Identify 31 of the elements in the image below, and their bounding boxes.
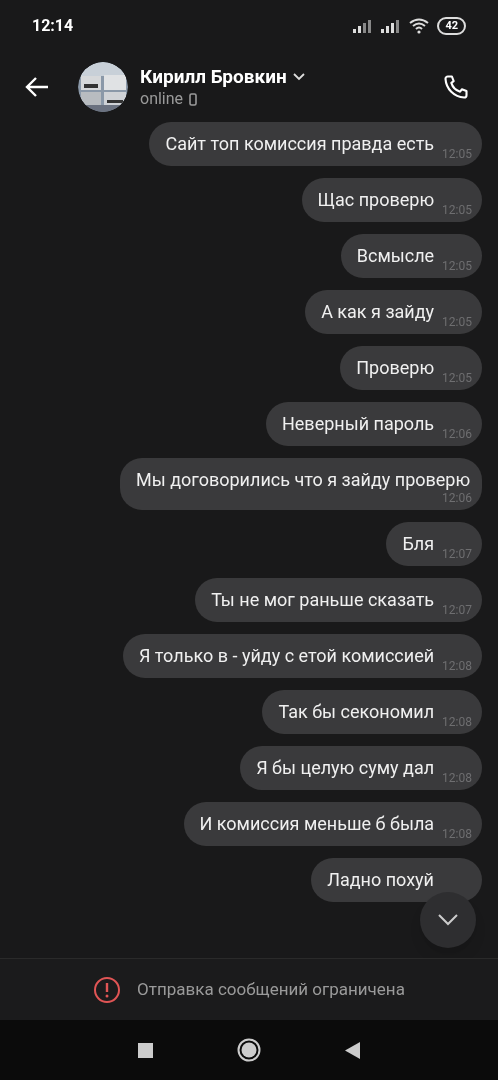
home-icon[interactable] [237,1038,261,1062]
message-text: Неверный пароль [281,412,435,436]
signal-icon [353,19,374,33]
back-icon[interactable] [345,1041,360,1059]
message-text: Проверю [356,356,435,380]
message-text: А как я зайду [321,300,435,324]
contact-name[interactable]: Кирилл Бровкин [140,65,287,89]
recents-icon[interactable] [138,1042,153,1058]
back-icon[interactable] [24,76,50,98]
phone-icon[interactable] [442,73,470,101]
message-text: Мы договорились что я зайду проверю [136,468,471,492]
message-text: Так бы секономил [278,700,435,724]
restriction-notice: Отправка сообщений ограничена [137,977,405,1001]
message-text: И комиссия меньше б была [199,812,435,836]
phone-device-icon [189,92,198,106]
status-time: 12:14 [32,15,74,37]
chevron-down-icon [438,914,458,926]
message-text: Ладно похуй [327,868,434,892]
message-text: Бля [402,532,435,556]
alert-icon [93,975,122,1004]
chevron-down-icon[interactable] [292,73,305,81]
battery-level: 42 [437,17,466,35]
message-text: Ты не мог раньше сказать [211,588,435,612]
wifi-icon [409,18,430,34]
online-status: online [140,89,184,109]
message-text: Сайт топ комиссия правда есть [165,132,435,156]
message-text: Щас проверю [317,188,435,212]
signal-icon [381,19,402,33]
message-text: Я только в - уйду с етой комиссией [138,644,435,668]
message-text: Всмысле [356,244,435,268]
message-text: Я бы целую суму дал [256,756,435,780]
